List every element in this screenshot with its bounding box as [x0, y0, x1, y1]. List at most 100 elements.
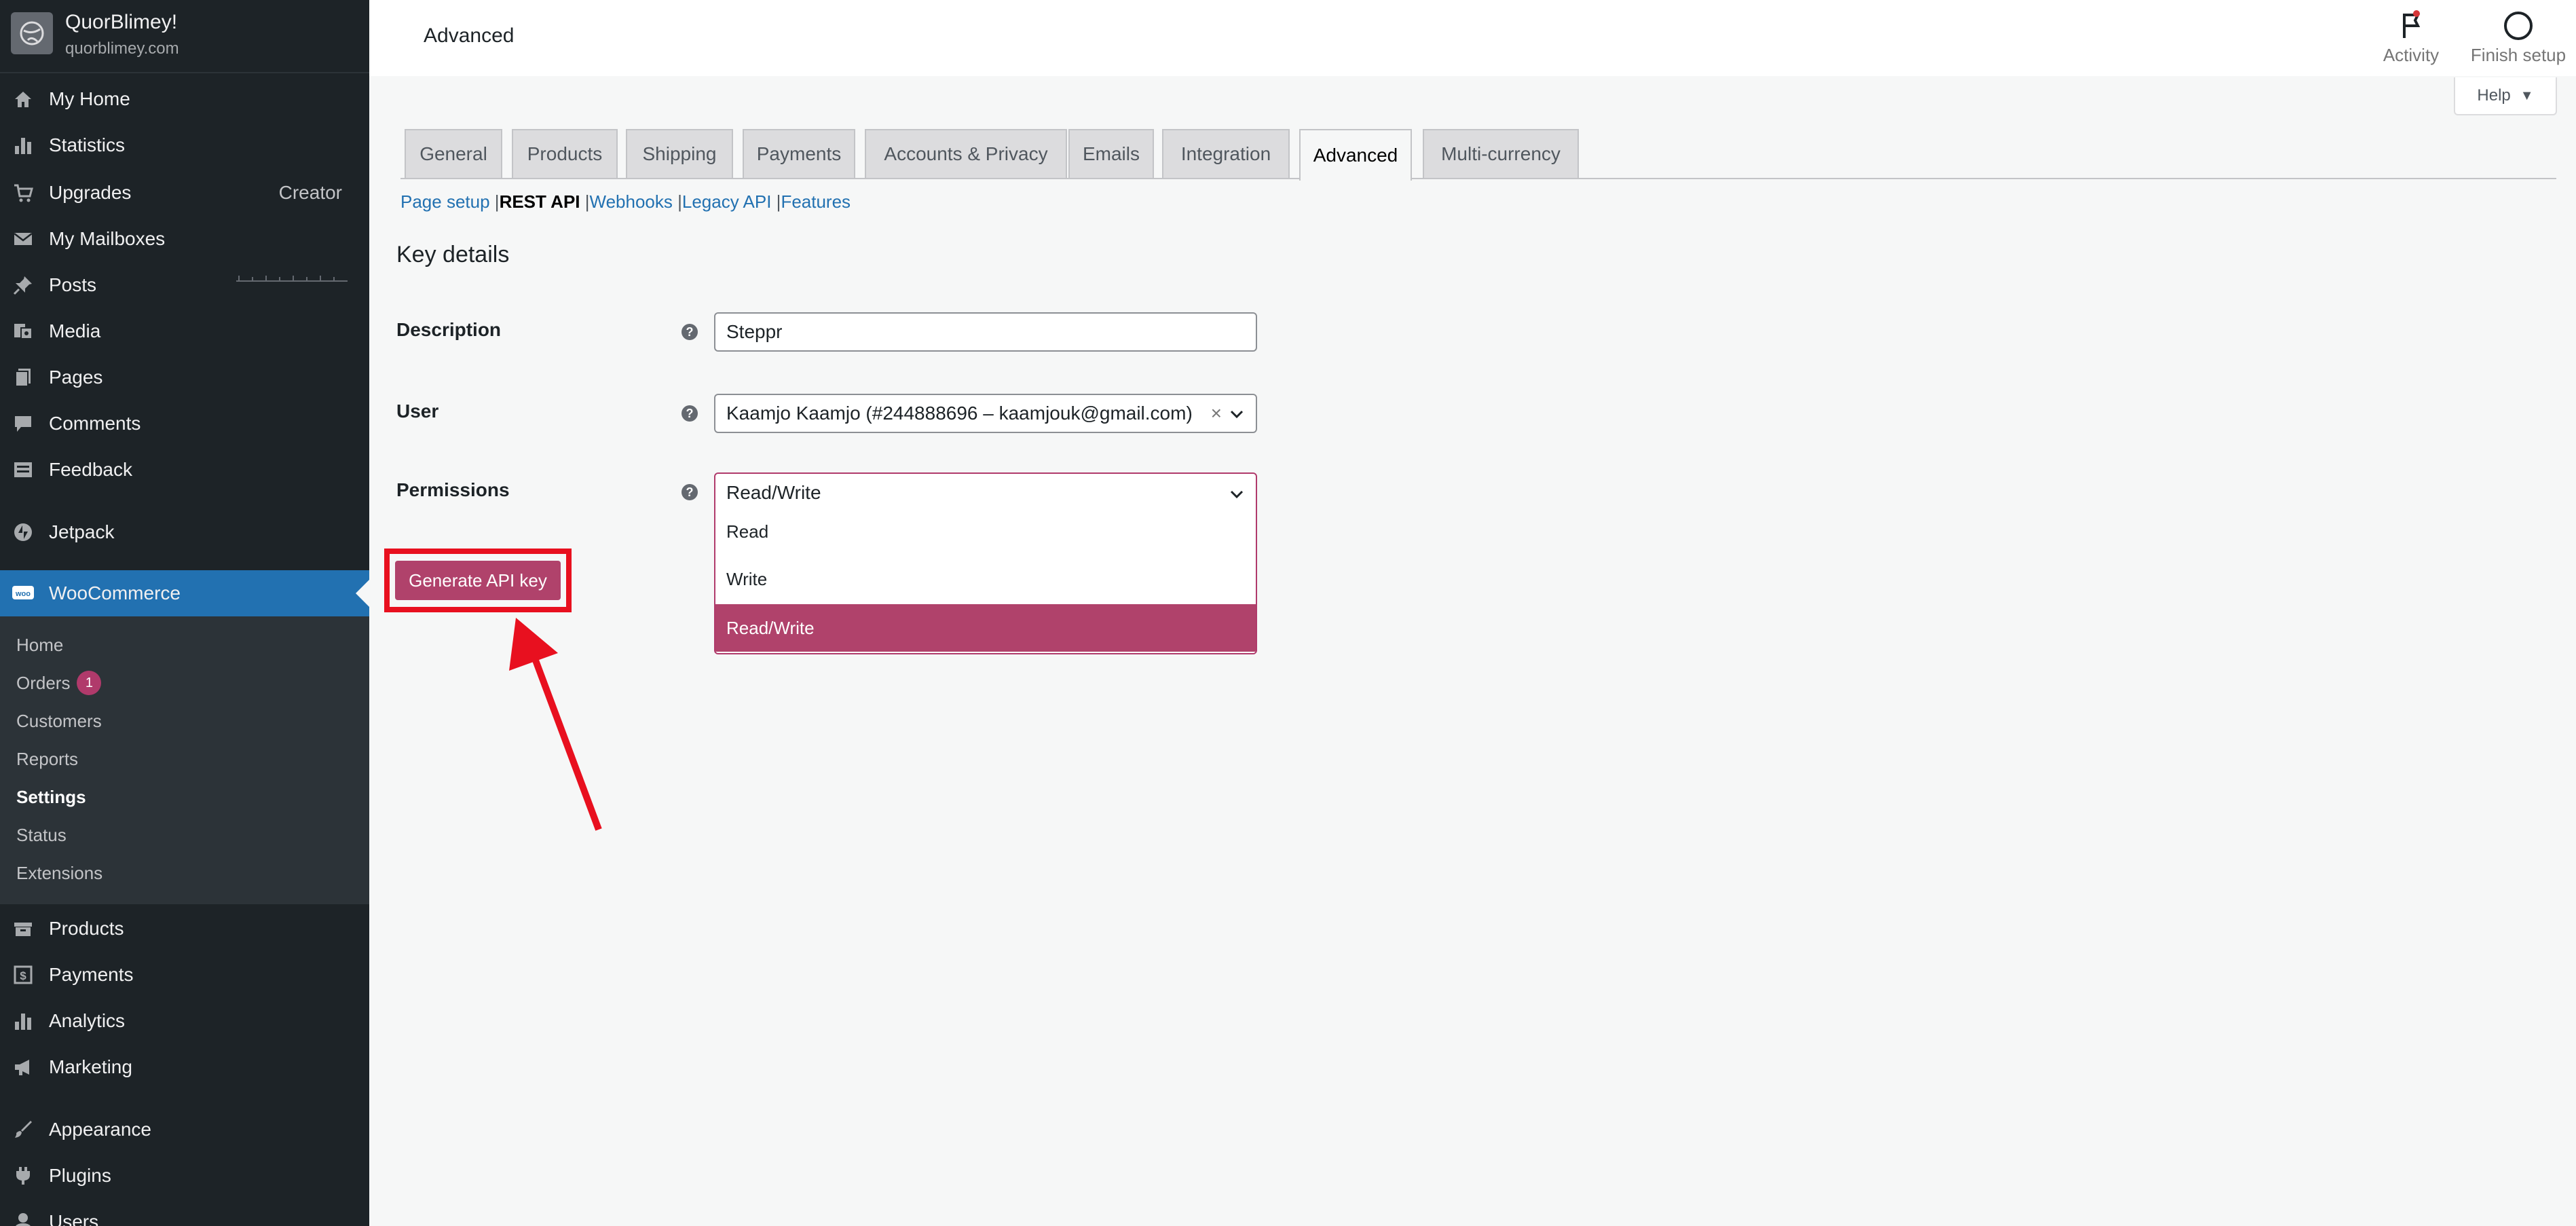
sidebar-item-jetpack[interactable]: Jetpack	[0, 509, 369, 555]
sidebar-item-mailboxes[interactable]: My Mailboxes	[0, 216, 369, 262]
subnav-page-setup[interactable]: Page setup	[400, 191, 490, 212]
permission-option-read[interactable]: Read	[715, 508, 1256, 555]
products-icon	[10, 915, 37, 942]
site-header[interactable]: QuorBlimey! quorblimey.com	[0, 0, 369, 73]
subnav-legacy-api[interactable]: Legacy API	[682, 191, 772, 212]
site-url[interactable]: quorblimey.com	[65, 39, 179, 58]
submenu-item-status[interactable]: Status	[16, 821, 67, 849]
sidebar-item-label: Pages	[49, 367, 103, 388]
description-help-icon[interactable]: ?	[682, 324, 698, 340]
woocommerce-header: Advanced Activity Finish setup	[369, 0, 2576, 76]
help-tab-button[interactable]: Help ▼	[2454, 77, 2557, 115]
tab-payments[interactable]: Payments	[743, 129, 855, 178]
user-label: User	[396, 401, 439, 422]
sidebar-item-users[interactable]: Users	[0, 1199, 369, 1226]
svg-text:woo: woo	[15, 590, 31, 598]
permission-option-read-write[interactable]: Read/Write	[715, 604, 1256, 652]
sidebar-item-label: Posts	[49, 274, 97, 295]
sidebar-item-label: My Mailboxes	[49, 228, 166, 249]
user-help-icon[interactable]: ?	[682, 405, 698, 422]
subnav-webhooks[interactable]: Webhooks	[590, 191, 673, 212]
subnav-separator: |	[494, 191, 500, 212]
submenu-item-settings[interactable]: Settings	[16, 783, 86, 811]
finish-setup-button[interactable]: Finish setup	[2450, 7, 2576, 68]
admin-sidebar: QuorBlimey! quorblimey.com My Home Stati…	[0, 0, 369, 1226]
woo-icon: woo	[10, 580, 37, 607]
analytics-icon	[10, 1007, 37, 1035]
tab-accounts-privacy[interactable]: Accounts & Privacy	[865, 129, 1067, 178]
permissions-help-icon[interactable]: ?	[682, 484, 698, 500]
sidebar-item-label: Appearance	[49, 1119, 152, 1140]
sidebar-item-plugins[interactable]: Plugins	[0, 1153, 369, 1199]
sidebar-item-my-home[interactable]: My Home	[0, 76, 369, 122]
media-icon	[10, 318, 37, 345]
permissions-select[interactable]: Read/Write Read Write Read/Write	[714, 472, 1257, 654]
clear-icon[interactable]: ×	[1211, 403, 1222, 424]
sidebar-item-marketing[interactable]: Marketing	[0, 1044, 369, 1090]
submenu-item-home[interactable]: Home	[16, 631, 63, 658]
tab-emails[interactable]: Emails	[1068, 129, 1154, 178]
tab-advanced[interactable]: Advanced	[1299, 129, 1412, 181]
sidebar-item-pages[interactable]: Pages	[0, 354, 369, 401]
sidebar-item-label: Users	[49, 1211, 99, 1226]
sidebar-item-products[interactable]: Products	[0, 906, 369, 952]
sidebar-item-label: Statistics	[49, 134, 126, 155]
site-name[interactable]: QuorBlimey!	[65, 11, 177, 34]
submenu-item-label: Orders	[16, 672, 71, 693]
sidebar-item-label: Media	[49, 320, 101, 341]
svg-text:$: $	[20, 969, 26, 982]
mail-icon	[10, 225, 37, 253]
brush-icon	[10, 1116, 37, 1143]
tab-shipping[interactable]: Shipping	[626, 129, 733, 178]
user-select[interactable]: Kaamjo Kaamjo (#244888696 – kaamjouk@gma…	[714, 394, 1257, 433]
pages-icon	[10, 364, 37, 391]
submenu-item-orders[interactable]: Orders 1	[16, 669, 102, 696]
cart-icon	[10, 179, 37, 206]
home-icon	[10, 86, 37, 113]
description-input[interactable]: Steppr	[714, 312, 1257, 352]
sidebar-item-posts[interactable]: Posts	[0, 262, 369, 308]
activity-label: Activity	[2383, 45, 2440, 65]
flag-icon	[2403, 10, 2421, 38]
sidebar-item-analytics[interactable]: Analytics	[0, 998, 369, 1044]
sidebar-item-label: Plugins	[49, 1165, 111, 1186]
sidebar-item-label: Analytics	[49, 1010, 126, 1031]
annotation-arrow	[509, 618, 602, 831]
page-title: Advanced	[424, 24, 515, 47]
bar-chart-icon	[10, 132, 37, 159]
sidebar-item-comments[interactable]: Comments	[0, 401, 369, 447]
sidebar-item-label: Feedback	[49, 459, 132, 480]
submenu-item-reports[interactable]: Reports	[16, 745, 78, 773]
advanced-subnav: Page setup |REST API |Webhooks |Legacy A…	[400, 191, 851, 212]
sidebar-item-upgrades[interactable]: Upgrades Creator	[0, 170, 369, 216]
sidebar-item-media[interactable]: Media	[0, 308, 369, 354]
dollar-icon: $	[10, 961, 37, 988]
permissions-label: Permissions	[396, 479, 510, 500]
section-title: Key details	[396, 242, 510, 267]
caret-down-icon: ▼	[2520, 88, 2534, 103]
plugin-icon	[10, 1162, 37, 1189]
subnav-rest-api[interactable]: REST API	[500, 191, 580, 212]
submenu-item-extensions[interactable]: Extensions	[16, 859, 102, 887]
tab-products[interactable]: Products	[512, 129, 618, 178]
sidebar-item-label: My Home	[49, 88, 130, 109]
tab-integration[interactable]: Integration	[1162, 129, 1290, 178]
sidebar-item-label: Payments	[49, 964, 134, 985]
user-value: Kaamjo Kaamjo (#244888696 – kaamjouk@gma…	[726, 403, 1193, 424]
sidebar-item-feedback[interactable]: Feedback	[0, 447, 369, 493]
submenu-item-customers[interactable]: Customers	[16, 707, 102, 735]
comment-icon	[10, 410, 37, 437]
finish-setup-label: Finish setup	[2470, 45, 2566, 65]
sidebar-item-statistics[interactable]: Statistics	[0, 122, 369, 282]
sidebar-item-payments[interactable]: $ Payments	[0, 952, 369, 998]
tab-multi-currency[interactable]: Multi-currency	[1423, 129, 1579, 178]
tab-general[interactable]: General	[405, 129, 502, 178]
chevron-down-icon	[1230, 490, 1244, 499]
subnav-features[interactable]: Features	[781, 191, 851, 212]
subnav-separator: |	[677, 191, 682, 212]
sidebar-item-appearance[interactable]: Appearance	[0, 1107, 369, 1153]
permission-option-write[interactable]: Write	[715, 555, 1256, 603]
megaphone-icon	[10, 1054, 37, 1081]
user-icon	[10, 1208, 37, 1226]
sidebar-item-woocommerce[interactable]: woo WooCommerce	[0, 570, 369, 616]
